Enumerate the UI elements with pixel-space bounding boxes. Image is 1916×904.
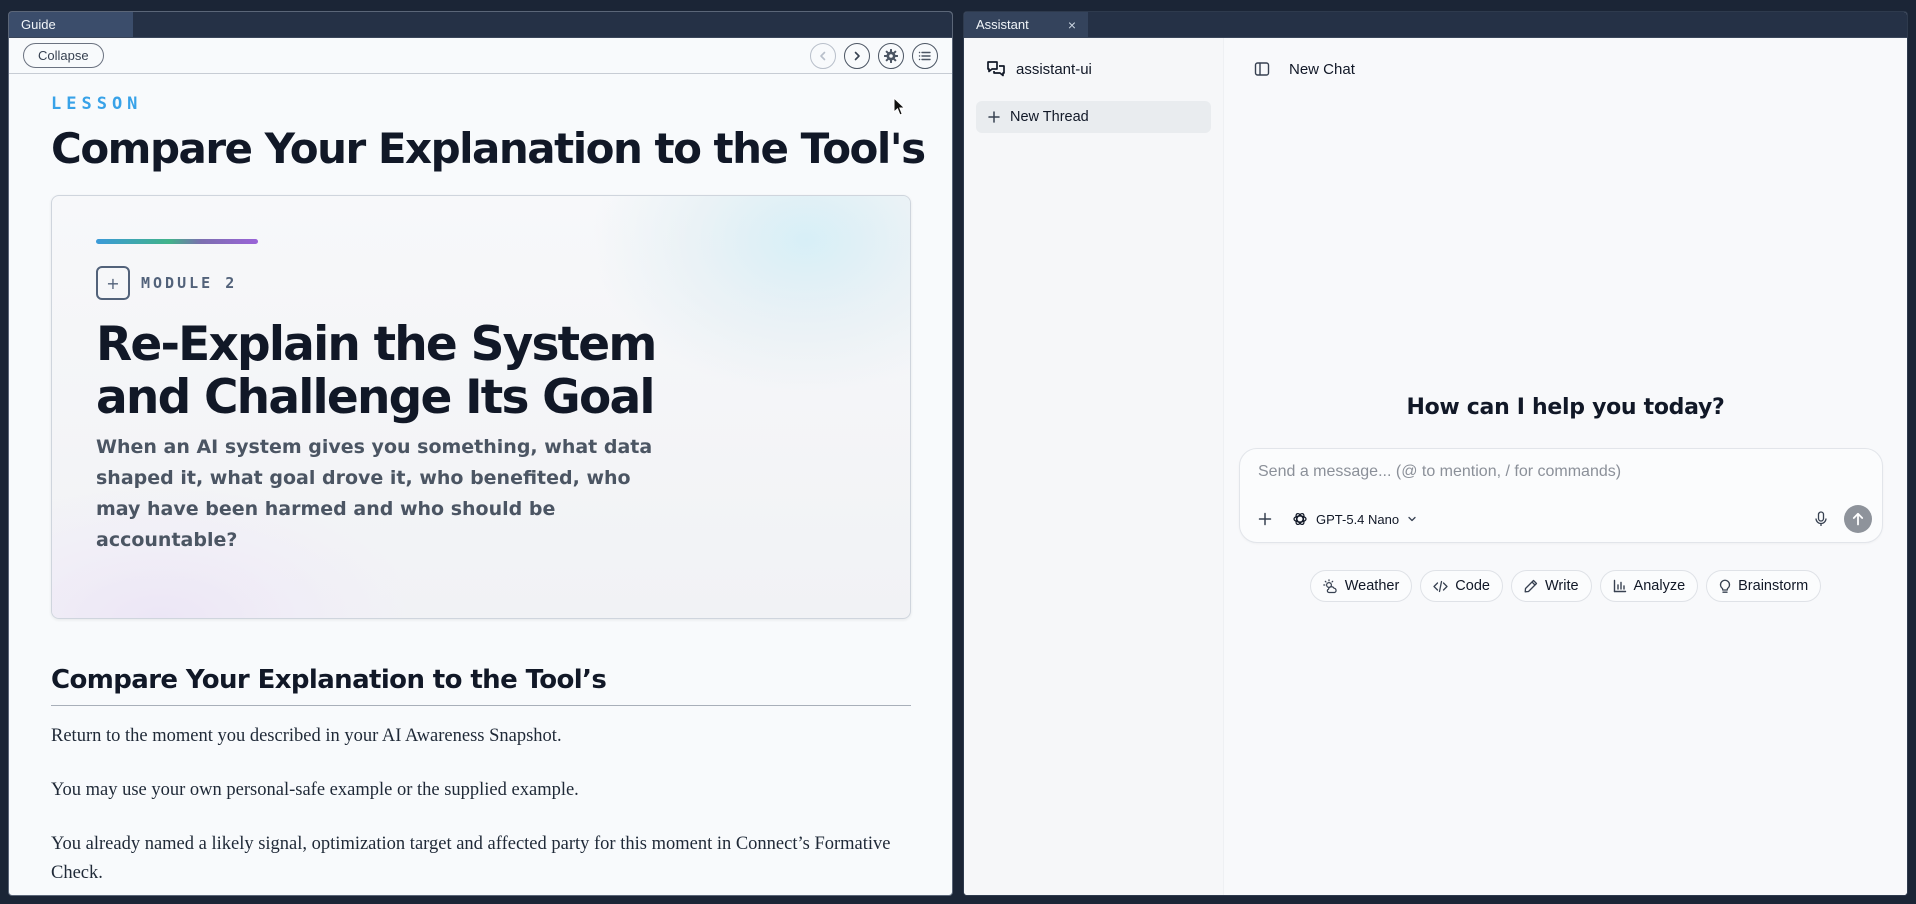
bar-chart-icon bbox=[1613, 579, 1626, 593]
lesson-eyebrow: LESSON bbox=[51, 94, 143, 114]
tab-assistant-label: Assistant bbox=[976, 17, 1029, 32]
sidebar-toggle-icon[interactable] bbox=[1249, 56, 1275, 82]
guide-pane: Guide Collapse LESSON Compare Your Expla… bbox=[8, 11, 953, 896]
module-title: Re-Explain the System and Challenge Its … bbox=[96, 317, 657, 425]
openai-logo-icon bbox=[1293, 512, 1307, 526]
new-thread-label: New Thread bbox=[1010, 109, 1089, 125]
brand[interactable]: assistant-ui bbox=[976, 56, 1211, 82]
suggestion-label: Analyze bbox=[1633, 578, 1686, 594]
model-name: GPT-5.4 Nano bbox=[1316, 511, 1400, 527]
brand-name: assistant-ui bbox=[1016, 60, 1092, 78]
close-icon[interactable]: × bbox=[1068, 17, 1076, 33]
suggestion-label: Write bbox=[1544, 578, 1579, 594]
attach-button[interactable] bbox=[1252, 506, 1278, 532]
chat-bubbles-icon bbox=[987, 61, 1005, 77]
body-paragraph: You already named a likely signal, optim… bbox=[51, 834, 891, 883]
suggestion-weather[interactable]: Weather bbox=[1309, 570, 1413, 602]
chat-main: New Chat How can I help you today? Send … bbox=[1224, 38, 1907, 895]
suggestion-brainstorm[interactable]: Brainstorm bbox=[1706, 570, 1822, 602]
guide-toolbar: Collapse bbox=[9, 38, 952, 74]
welcome-message: How can I help you today? bbox=[1406, 395, 1725, 420]
model-selector[interactable]: GPT-5.4 Nano bbox=[1292, 511, 1417, 527]
suggestion-write[interactable]: Write bbox=[1510, 570, 1592, 602]
chat-title: New Chat bbox=[1289, 60, 1355, 78]
chevron-left-icon bbox=[820, 51, 826, 60]
thread-sidebar: assistant-ui New Thread bbox=[964, 38, 1224, 895]
settings-button[interactable] bbox=[878, 42, 904, 69]
weather-icon bbox=[1322, 578, 1337, 593]
send-button[interactable] bbox=[1844, 505, 1872, 533]
next-button[interactable] bbox=[844, 42, 870, 69]
new-thread-button[interactable]: New Thread bbox=[976, 101, 1211, 133]
module-plus-icon: + bbox=[96, 266, 130, 300]
suggestion-label: Code bbox=[1455, 578, 1490, 594]
arrow-up-icon bbox=[1852, 512, 1864, 526]
outline-menu-button[interactable] bbox=[912, 42, 938, 69]
message-input[interactable] bbox=[1258, 463, 1858, 481]
plus-icon bbox=[988, 111, 1000, 123]
body-paragraph: You may use your own personal-safe examp… bbox=[51, 780, 579, 800]
list-icon bbox=[918, 51, 931, 60]
suggestion-chips: Weather Code Write Analyze Brainstorm bbox=[1224, 570, 1907, 602]
suggestion-label: Weather bbox=[1344, 578, 1400, 594]
guide-tabbar: Guide bbox=[9, 12, 952, 38]
suggestion-label: Brainstorm bbox=[1738, 578, 1809, 594]
tab-guide-label: Guide bbox=[21, 17, 56, 32]
plus-icon bbox=[1258, 512, 1272, 526]
section-heading: Compare Your Explanation to the Tool’s bbox=[51, 665, 911, 706]
lightbulb-icon bbox=[1720, 579, 1731, 593]
guide-content: LESSON Compare Your Explanation to the T… bbox=[9, 74, 952, 888]
module-hero-card: + MODULE 2 Re-Explain the System and Cha… bbox=[51, 195, 911, 619]
suggestion-analyze[interactable]: Analyze bbox=[1599, 570, 1699, 602]
assistant-pane: Assistant × assistant-ui New Thread New … bbox=[963, 11, 1908, 896]
chevron-down-icon bbox=[1408, 516, 1416, 522]
module-row: + MODULE 2 bbox=[96, 266, 866, 300]
microphone-button[interactable] bbox=[1808, 506, 1834, 532]
module-subtitle: When an AI system gives you something, w… bbox=[96, 436, 653, 551]
code-icon bbox=[1433, 580, 1448, 592]
pen-icon bbox=[1524, 579, 1538, 593]
microphone-icon bbox=[1815, 511, 1827, 526]
tab-guide[interactable]: Guide bbox=[9, 12, 133, 37]
gear-icon bbox=[884, 48, 898, 63]
guide-toolbar-actions bbox=[810, 42, 938, 69]
collapse-button[interactable]: Collapse bbox=[23, 43, 104, 68]
chat-header: New Chat bbox=[1224, 38, 1907, 100]
previous-button[interactable] bbox=[810, 42, 836, 69]
suggestion-code[interactable]: Code bbox=[1420, 570, 1503, 602]
body-paragraph: Return to the moment you described in yo… bbox=[51, 726, 562, 746]
mouse-cursor-icon bbox=[893, 97, 906, 116]
hero-accent-bar bbox=[96, 239, 258, 244]
tab-assistant[interactable]: Assistant × bbox=[964, 12, 1088, 37]
chevron-right-icon bbox=[854, 51, 860, 60]
module-label: MODULE 2 bbox=[141, 274, 238, 292]
lesson-title: Compare Your Explanation to the Tool's bbox=[51, 124, 926, 173]
assistant-tabbar: Assistant × bbox=[964, 12, 1907, 38]
composer: GPT-5.4 Nano bbox=[1239, 448, 1883, 543]
